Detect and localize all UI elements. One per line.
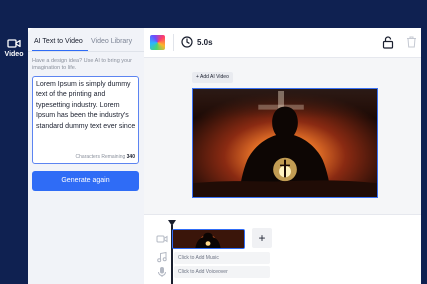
clip-duration[interactable]: 5.0s [197, 38, 213, 47]
lock-icon[interactable] [382, 36, 394, 49]
add-clip-button[interactable]: + [252, 228, 272, 248]
toolbar-divider [173, 34, 174, 51]
top-frame-bar [28, 0, 427, 28]
color-palette-icon[interactable] [150, 35, 165, 50]
characters-remaining-label: Characters Remaining [75, 154, 126, 160]
clock-icon [181, 36, 193, 48]
left-navigation-rail: Video [0, 0, 28, 284]
add-voiceover-track[interactable]: Click to Add Voiceover [174, 266, 270, 278]
video-preview-canvas[interactable] [192, 88, 378, 198]
sidebar-item-video[interactable]: Video [0, 38, 28, 58]
prompt-textarea[interactable]: Lorem Ipsum is simply dummy text of the … [32, 76, 139, 164]
music-note-icon [157, 251, 167, 263]
prompt-text-value[interactable]: Lorem Ipsum is simply dummy text of the … [36, 80, 136, 150]
video-clip-thumbnail [173, 230, 244, 248]
tabs-divider [28, 51, 144, 52]
timeline-panel: + Click to Add Music Click to Add Voiceo… [144, 214, 421, 284]
characters-remaining: Characters Remaining 340 [76, 154, 135, 160]
sidebar-item-label: Video [4, 51, 24, 58]
tab-ai-text-to-video[interactable]: AI Text to Video [34, 38, 83, 45]
prompt-hint-text: Have a design idea? Use AI to bring your… [32, 58, 132, 71]
video-track-icon [156, 235, 168, 243]
add-music-track[interactable]: Click to Add Music [174, 252, 270, 264]
generated-video-frame [193, 89, 377, 197]
ai-text-to-video-panel: AI Text to Video Video Library Have a de… [28, 28, 144, 284]
video-camera-icon [7, 39, 21, 48]
panel-tabs: AI Text to Video Video Library [28, 28, 144, 52]
video-clip[interactable] [172, 229, 245, 249]
generate-again-button[interactable]: Generate again [32, 171, 139, 191]
microphone-icon [158, 267, 166, 277]
right-frame-edge [421, 0, 427, 284]
editor-toolbar: 5.0s [144, 28, 421, 58]
characters-remaining-count: 340 [126, 154, 135, 160]
add-ai-video-button[interactable]: + Add AI Video [192, 72, 233, 83]
tab-video-library[interactable]: Video Library [91, 38, 132, 45]
trash-icon[interactable] [406, 36, 417, 48]
